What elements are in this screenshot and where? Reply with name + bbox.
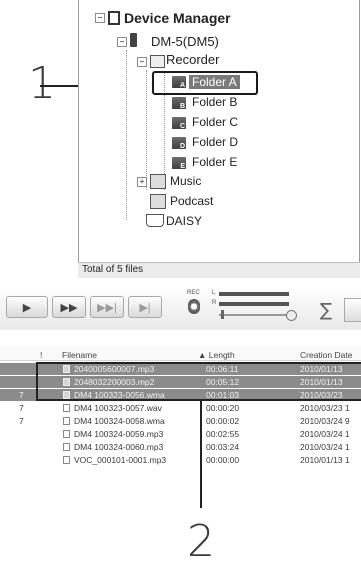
file-row[interactable]: DM4 100324-0060.mp3 00:03:24 2010/03/24 1 (0, 441, 361, 453)
column-header-creation-date[interactable]: Creation Date (300, 350, 352, 360)
file-row[interactable]: 7 DM4 100324-0058.wma 00:00:02 2010/03/24 9 (0, 415, 361, 427)
tree-item-podcast[interactable]: Podcast (170, 194, 213, 208)
column-header-mark[interactable]: ! (40, 350, 42, 360)
tuning-fork-icon[interactable]: ∑ (320, 300, 332, 321)
folder-b-icon: B (172, 97, 186, 110)
file-length: 00:00:00 (206, 455, 240, 465)
play-icon: ▶ (22, 301, 32, 314)
file-row[interactable]: DM4 100324-0059.mp3 00:02:55 2010/03/24 1 (0, 428, 361, 440)
file-mark: 7 (19, 416, 24, 426)
file-icon (63, 443, 70, 451)
folder-d-icon: D (172, 137, 186, 150)
microphone-icon[interactable] (188, 299, 200, 314)
file-row[interactable]: VOC_000101-0001.mp3 00:00:00 2010/01/13 1 (0, 454, 361, 466)
tree-item-folder-e[interactable]: Folder E (192, 155, 237, 169)
tree-connector (146, 70, 147, 190)
file-icon (63, 430, 70, 438)
file-creation-date: 2010/03/23 1 (300, 403, 350, 413)
toolbar-extra-button[interactable] (344, 298, 361, 322)
folder-c-icon: C (172, 117, 186, 130)
file-length: 00:03:24 (206, 442, 240, 452)
recorder-device-icon (130, 33, 137, 47)
fast-forward-button[interactable]: ▶▶ (52, 296, 86, 318)
tree-item-folder-b[interactable]: Folder B (192, 95, 237, 109)
folder-a-icon: A (172, 76, 186, 89)
skip-next-button[interactable]: ▶▶| (90, 296, 124, 318)
recorder-icon (150, 55, 165, 68)
tree-item-music[interactable]: Music (170, 174, 201, 188)
music-icon (150, 174, 166, 189)
skip-end-button[interactable]: ▶| (128, 296, 162, 318)
play-button[interactable]: ▶ (6, 296, 48, 318)
daisy-book-icon (146, 214, 164, 227)
file-icon (63, 404, 70, 412)
tree-item-recorder[interactable]: Recorder (166, 53, 219, 67)
level-right-label: R (212, 300, 217, 306)
callout-number-2: 2 (187, 516, 215, 567)
tree-root-device-manager[interactable]: Device Manager (124, 11, 231, 25)
file-name: DM4 100323-0057.wav (74, 403, 162, 413)
file-creation-date: 2010/03/24 1 (300, 429, 350, 439)
callout-leader-line-2 (200, 401, 202, 508)
file-length: 00:02:55 (206, 429, 240, 439)
file-name: VOC_000101-0001.mp3 (74, 455, 167, 465)
tree-item-folder-d[interactable]: Folder D (192, 135, 238, 149)
file-length: 00:00:20 (206, 403, 240, 413)
expand-recorder-toggle[interactable]: − (137, 57, 147, 67)
tree-item-folder-a[interactable]: Folder A (189, 75, 240, 89)
level-meter-right (219, 302, 289, 306)
selection-highlight-box (36, 362, 361, 401)
file-mark: 7 (19, 390, 24, 400)
file-icon (63, 456, 70, 464)
file-creation-date: 2010/01/13 1 (300, 455, 350, 465)
file-name: DM4 100324-0060.mp3 (74, 442, 164, 452)
rec-label: REC (187, 290, 200, 296)
skip-end-icon: ▶| (139, 301, 151, 314)
expand-device-toggle[interactable]: − (117, 37, 127, 47)
file-mark: 7 (19, 403, 24, 413)
file-count-label: Total of 5 files (82, 264, 144, 275)
column-header-filename[interactable]: Filename (62, 350, 97, 360)
tree-item-device[interactable]: DM-5(DM5) (151, 35, 219, 49)
level-meter-left (219, 292, 289, 296)
file-icon (63, 417, 70, 425)
volume-knob[interactable] (286, 310, 297, 321)
tree-item-folder-c[interactable]: Folder C (192, 115, 238, 129)
tree-status-bar: Total of 5 files (78, 262, 360, 278)
file-creation-date: 2010/03/24 9 (300, 416, 350, 426)
callout-number-1: 1 (28, 58, 56, 109)
file-name: DM4 100324-0058.wma (74, 416, 165, 426)
column-header-length[interactable]: ▲ Length (198, 350, 235, 360)
tree-item-daisy[interactable]: DAISY (166, 214, 202, 228)
tree-connector (126, 50, 127, 220)
file-name: DM4 100324-0059.mp3 (74, 429, 164, 439)
position-slider-handle[interactable] (221, 310, 224, 319)
file-row[interactable]: 7 DM4 100323-0057.wav 00:00:20 2010/03/23 1 (0, 402, 361, 414)
podcast-icon (150, 194, 166, 209)
folder-e-icon: E (172, 157, 186, 170)
file-length: 00:00:02 (206, 416, 240, 426)
fast-forward-icon: ▶▶ (60, 301, 78, 314)
position-slider[interactable] (219, 314, 293, 316)
file-creation-date: 2010/03/24 1 (300, 442, 350, 452)
skip-next-icon: ▶▶| (97, 301, 117, 314)
expand-root-toggle[interactable]: − (95, 13, 105, 23)
level-left-label: L (212, 290, 216, 296)
expand-music-toggle[interactable]: + (137, 177, 147, 187)
device-manager-icon (108, 11, 120, 25)
